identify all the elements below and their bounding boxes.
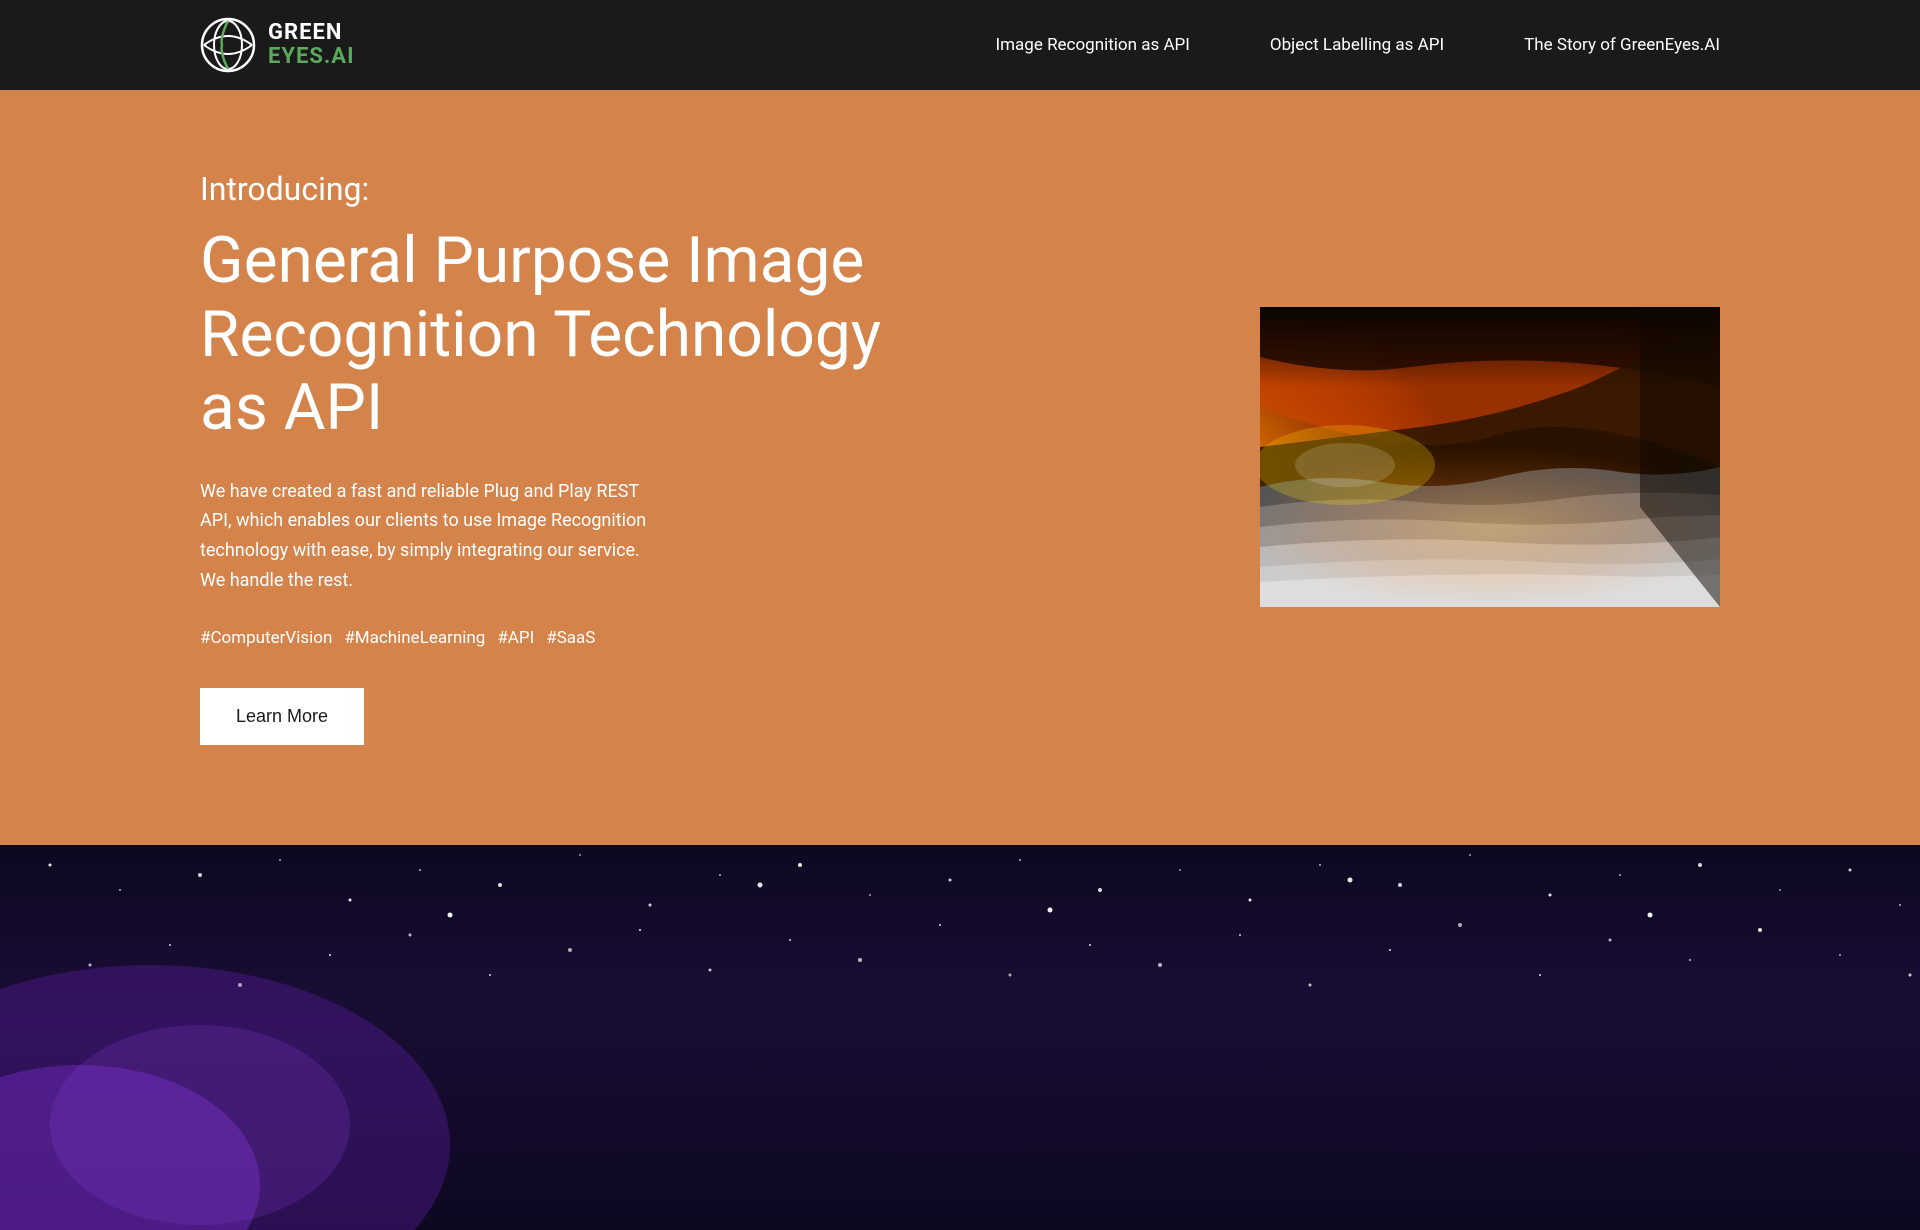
tag-machine-learning[interactable]: #MachineLearning <box>344 628 485 648</box>
hero-title: General Purpose Image Recognition Techno… <box>200 224 900 445</box>
learn-more-button[interactable]: Learn More <box>200 688 364 745</box>
tag-saas[interactable]: #SaaS <box>546 628 595 648</box>
bottom-section <box>0 845 1920 1230</box>
tag-computer-vision[interactable]: #ComputerVision <box>200 628 332 648</box>
nav-link-story[interactable]: The Story of GreenEyes.AI <box>1524 35 1720 55</box>
hero-section: Introducing: General Purpose Image Recog… <box>0 90 1920 845</box>
hero-description: We have created a fast and reliable Plug… <box>200 477 650 596</box>
nav-link-image-recognition[interactable]: Image Recognition as API <box>996 35 1190 55</box>
hero-intro: Introducing: <box>200 170 900 208</box>
hero-content: Introducing: General Purpose Image Recog… <box>200 170 900 745</box>
nav-links: Image Recognition as API Object Labellin… <box>996 35 1720 55</box>
nav-link-object-labelling[interactable]: Object Labelling as API <box>1270 35 1444 55</box>
brand-name: GREEN EYES.AI <box>268 21 355 69</box>
hero-image-svg <box>1260 307 1720 607</box>
hero-image <box>1260 307 1720 607</box>
hero-tags: #ComputerVision #MachineLearning #API #S… <box>200 628 900 648</box>
logo[interactable]: GREEN EYES.AI <box>200 17 355 73</box>
brand-line1: GREEN <box>268 21 355 45</box>
stars-svg <box>0 845 1920 1230</box>
brand-line2: EYES.AI <box>268 45 355 69</box>
tag-api[interactable]: #API <box>497 628 534 648</box>
navbar: GREEN EYES.AI Image Recognition as API O… <box>0 0 1920 90</box>
hero-image-area <box>1260 307 1720 607</box>
logo-icon <box>200 17 256 73</box>
stars <box>0 845 1920 1230</box>
